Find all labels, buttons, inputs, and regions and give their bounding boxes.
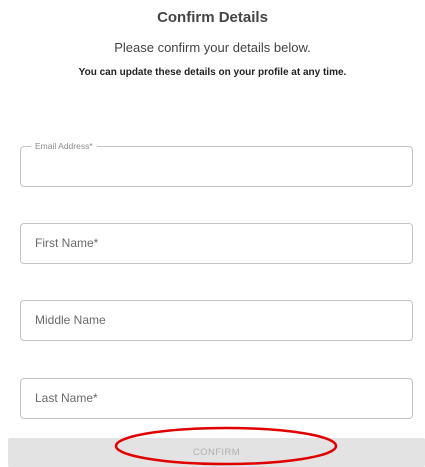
confirm-button[interactable]: CONFIRM	[8, 438, 425, 467]
page-subtitle: Please confirm your details below.	[114, 40, 311, 55]
update-note: You can update these details on your pro…	[78, 67, 347, 78]
email-field-label: Email Address*	[31, 140, 97, 152]
middle-name-placeholder: Middle Name	[35, 313, 106, 327]
last-name-placeholder: Last Name*	[35, 391, 98, 405]
page-title: Confirm Details	[157, 9, 268, 26]
first-name-field[interactable]: First Name*	[20, 223, 413, 264]
last-name-field[interactable]: Last Name*	[20, 378, 413, 419]
first-name-placeholder: First Name*	[35, 236, 99, 250]
email-field[interactable]: Email Address*	[20, 140, 413, 187]
middle-name-field[interactable]: Middle Name	[20, 300, 413, 341]
